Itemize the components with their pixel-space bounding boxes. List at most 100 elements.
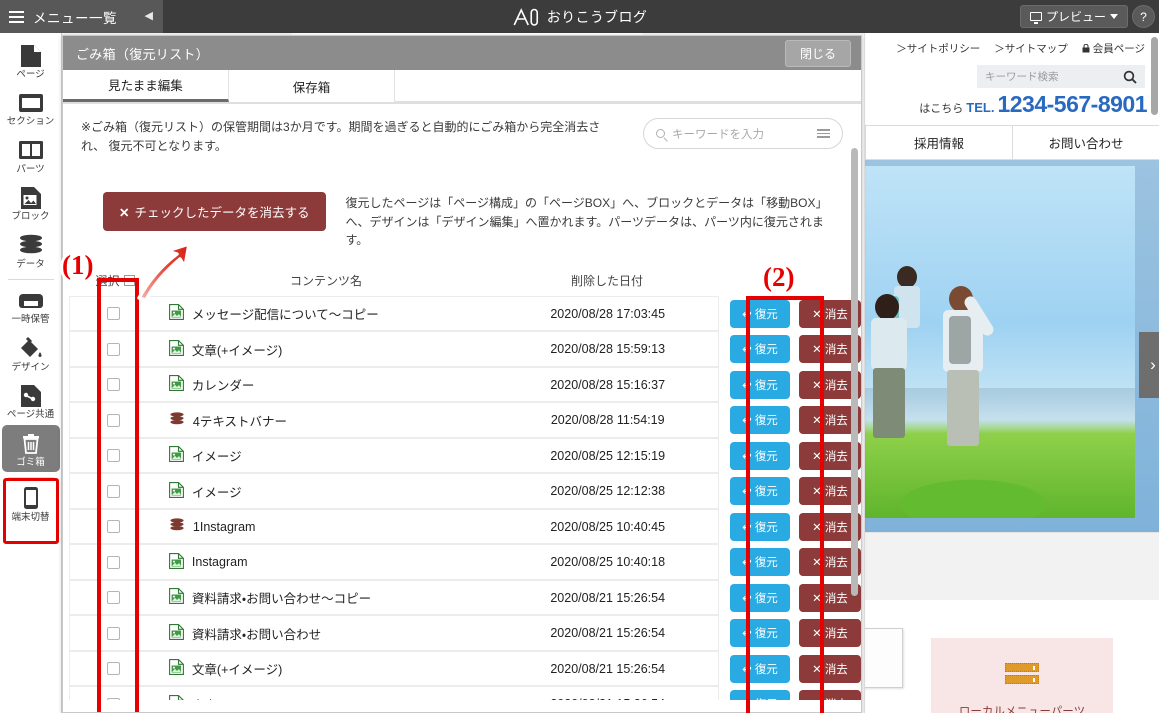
shared-page-icon xyxy=(17,383,44,408)
preview-scrollbar[interactable] xyxy=(1151,37,1158,697)
left-sidebar: ページ セクション パーツ ブロック データ 一時保管 デザイン ページ共通 ゴ… xyxy=(0,33,62,713)
row-name-cell: Instagram xyxy=(156,544,498,580)
menu-toggle[interactable]: メニュー一覧 ◀ xyxy=(0,0,163,33)
chevron-down-icon xyxy=(1110,14,1118,19)
menu-bars-icon xyxy=(1005,662,1039,685)
tab-wysiwyg-edit[interactable]: 見たまま編集 xyxy=(63,70,229,102)
row-date-cell: 2020/08/28 15:59:13 xyxy=(497,331,719,367)
row-date-cell: 2020/08/28 11:54:19 xyxy=(497,402,719,438)
image-doc-icon xyxy=(168,304,184,323)
notice-zone: ※ごみ箱（復元リスト）の保管期間は3か月です。期間を過ぎると自動的にごみ箱から完… xyxy=(63,104,861,182)
table-row[interactable]: 文章(+イメージ)2020/08/21 15:26:54↩復元✕消去 xyxy=(63,686,861,700)
table-row[interactable]: 文章(+イメージ) 2020/08/28 15:59:13 ↩ 復元 ✕ 消去 xyxy=(63,331,861,367)
erase-label: 消去 xyxy=(825,696,848,700)
hamburger-icon xyxy=(9,10,24,23)
site-preview-pane[interactable]: ＞サイトポリシー ＞サイトマップ 会員ページ キーワード検索 はこちら TEL.… xyxy=(864,33,1159,713)
chevron-left-icon[interactable]: ◀ xyxy=(145,11,153,22)
preview-ghost-card xyxy=(865,628,903,688)
local-menu-part-label: ローカルメニューパーツ xyxy=(958,705,1086,713)
data-stack-icon xyxy=(169,411,185,429)
tel-number: 1234-567-8901 xyxy=(997,91,1147,117)
sidebar-item-block[interactable]: ブロック xyxy=(2,179,60,226)
modal-header: ごみ箱（復元リスト） 閉じる xyxy=(63,36,861,70)
annotation-arrow-icon xyxy=(137,242,191,302)
row-date-cell: 2020/08/28 17:03:45 xyxy=(497,295,719,332)
preview-local-menu-area: ローカルメニューパーツ xyxy=(865,600,1159,713)
erase-label: 消去 xyxy=(824,557,848,570)
image-doc-icon xyxy=(168,659,184,678)
tab-saved-box[interactable]: 保存箱 xyxy=(229,70,395,102)
header-deleted-date: 削除した日付 xyxy=(570,274,643,289)
sidebar-item-device-switch[interactable]: 端末切替 xyxy=(2,480,60,527)
sidebar-item-trash[interactable]: ゴミ箱 xyxy=(1,424,60,472)
link-sitemap[interactable]: ＞サイトマップ xyxy=(994,41,1068,56)
modal-scrollbar[interactable] xyxy=(851,148,858,598)
sidebar-item-section[interactable]: セクション xyxy=(2,84,60,131)
sidebar-item-data[interactable]: データ xyxy=(2,227,60,274)
purge-button-label: チェックしたデータを消去する xyxy=(134,206,310,220)
link-site-policy[interactable]: ＞サイトポリシー xyxy=(896,41,980,56)
sidebar-item-page[interactable]: ページ xyxy=(2,37,60,84)
table-row[interactable]: Instagram 2020/08/25 10:40:18 ↩ 復元 ✕ 消去 xyxy=(63,544,861,580)
image-doc-icon xyxy=(168,446,184,465)
image-doc-icon xyxy=(168,623,184,643)
parts-icon xyxy=(17,138,44,163)
topbar-actions: プレビュー ? xyxy=(1019,0,1159,33)
row-date-cell: 2020/08/21 15:26:54 xyxy=(497,615,719,651)
row-content-name: イメージ xyxy=(191,450,242,465)
figure-mother xyxy=(939,286,1009,476)
sidebar-item-design[interactable]: デザイン xyxy=(2,330,60,377)
table-row[interactable]: 資料請求・お問い合わせ 2020/08/21 15:26:54 ↩ 復元 ✕ 消去 xyxy=(63,615,861,651)
search-input[interactable]: キーワードを入力 xyxy=(643,118,843,149)
trash-restore-modal: ごみ箱（復元リスト） 閉じる 見たまま編集 保存箱 ※ごみ箱（復元リスト）の保管… xyxy=(62,35,862,713)
link-member-page[interactable]: 会員ページ xyxy=(1082,41,1145,56)
row-date-cell: 2020/08/21 15:26:54 xyxy=(497,579,719,616)
row-content-name: 文章(+イメージ) xyxy=(191,343,283,358)
row-name-cell: メッセージ配信について～コピー xyxy=(156,295,498,332)
local-menu-part[interactable]: ローカルメニューパーツ xyxy=(931,638,1113,713)
search-icon xyxy=(656,129,665,138)
sidebar-item-shared-page[interactable]: ページ共通 xyxy=(2,377,60,424)
data-stack-icon xyxy=(169,518,185,535)
block-icon xyxy=(17,185,44,210)
sidebar-divider-2 xyxy=(7,476,54,478)
preview-utility-links[interactable]: ＞サイトポリシー ＞サイトマップ 会員ページ xyxy=(865,33,1159,63)
hero-photo-family-in-field xyxy=(865,166,1135,518)
table-row[interactable]: イメージ 2020/08/25 12:15:19 ↩ 復元 ✕ 消去 xyxy=(63,437,861,474)
row-content-name: 資料請求・お問い合わせ～コピー xyxy=(191,592,372,607)
row-content-name: 資料請求・お問い合わせ xyxy=(191,627,322,642)
preview-button-label: プレビュー xyxy=(1045,10,1106,24)
preview-button[interactable]: プレビュー xyxy=(1019,5,1128,28)
image-doc-icon xyxy=(168,481,184,501)
filter-icon[interactable] xyxy=(817,129,830,138)
row-content-name: イメージ xyxy=(191,485,242,500)
table-row[interactable]: カレンダー 2020/08/28 15:16:37 ↩ 復元 ✕ 消去 xyxy=(63,366,861,403)
image-doc-icon xyxy=(168,339,184,359)
table-row[interactable]: 文章(+イメージ)2020/08/21 15:26:54↩復元✕消去 xyxy=(63,650,861,687)
sidebar-divider xyxy=(7,279,54,281)
table-row[interactable]: イメージ 2020/08/25 12:12:38 ↩ 復元 ✕ 消去 xyxy=(63,473,861,509)
preview-global-nav[interactable]: 採用情報 お問い合わせ xyxy=(865,125,1159,160)
row-date-cell: 2020/08/25 12:12:38 xyxy=(497,473,719,509)
nav-item-contact[interactable]: お問い合わせ xyxy=(1012,126,1159,159)
row-name-cell: イメージ xyxy=(156,473,498,509)
erase-label: 消去 xyxy=(824,415,848,428)
annotation-box-select-column xyxy=(97,278,139,712)
preview-telephone: はこちら TEL. 1234-567-8901 xyxy=(865,88,1159,125)
purge-checked-button[interactable]: ✕ チェックしたデータを消去する xyxy=(103,192,326,231)
sidebar-item-parts[interactable]: パーツ xyxy=(2,132,60,179)
erase-label: 消去 xyxy=(824,308,848,321)
close-button[interactable]: 閉じる xyxy=(784,39,851,67)
lock-icon xyxy=(1082,43,1090,52)
sidebar-item-temp-storage[interactable]: 一時保管 xyxy=(2,282,60,329)
table-row[interactable]: 1Instagram 2020/08/25 10:40:45 ↩ 復元 ✕ 消去 xyxy=(63,508,861,545)
table-row[interactable]: 資料請求・お問い合わせ～コピー 2020/08/21 15:26:54 ↩ 復元 ✕ 消去 xyxy=(63,579,861,616)
preview-search-input[interactable]: キーワード検索 xyxy=(977,65,1145,88)
monitor-icon xyxy=(1029,12,1042,24)
nav-item-recruit[interactable]: 採用情報 xyxy=(865,126,1012,159)
brand-logo-icon xyxy=(512,7,540,27)
help-button[interactable]: ? xyxy=(1132,5,1155,28)
table-row[interactable]: 4テキストバナー 2020/08/28 11:54:19 ↩ 復元 ✕ 消去 xyxy=(63,402,861,438)
image-doc-icon xyxy=(168,552,184,572)
trash-icon xyxy=(17,431,44,456)
